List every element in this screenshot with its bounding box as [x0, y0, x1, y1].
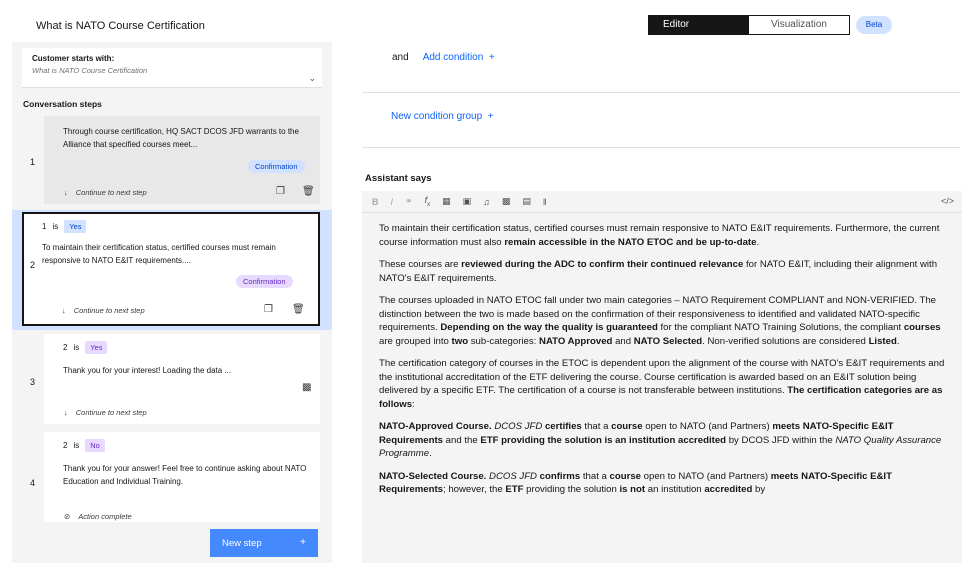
step-card-selected[interactable]: 2 1 is Yes To maintain their certificati…: [22, 212, 320, 326]
italic-icon[interactable]: I: [391, 197, 394, 207]
new-step-button[interactable]: New step +: [210, 529, 318, 557]
step-message: Through course certification, HQ SACT DC…: [63, 127, 299, 149]
next-step-action[interactable]: ↓ Continue to next step: [64, 188, 147, 197]
condition-operator: is: [73, 343, 80, 352]
customer-starts-label: Customer starts with:: [32, 54, 115, 63]
step-3[interactable]: 2 is Yes Thank you for your interest! Lo…: [12, 334, 332, 426]
action-title[interactable]: What is NATO Course Certification: [36, 20, 205, 32]
plus-icon: +: [488, 52, 495, 63]
next-step-label: Continue to next step: [73, 306, 145, 315]
plus-icon: +: [300, 537, 306, 548]
divider: [362, 147, 960, 148]
step-message: Thank you for your interest! Loading the…: [63, 366, 232, 375]
step-card[interactable]: 2 is Yes Thank you for your interest! Lo…: [44, 334, 320, 424]
next-step-action[interactable]: ↓ Continue to next step: [62, 306, 145, 315]
response-paragraph: NATO-Selected Course. DCOS JFD confirms …: [379, 470, 892, 496]
step-1[interactable]: Through course certification, HQ SACT DC…: [12, 116, 332, 206]
trash-icon[interactable]: 🗑: [302, 186, 315, 197]
step-4[interactable]: 2 is No Thank you for your answer! Feel …: [12, 432, 332, 522]
step-number: 2: [30, 260, 36, 270]
step-message: Thank you for your answer! Feel free to …: [63, 464, 307, 486]
response-paragraph: The courses uploaded in NATO ETOC fall u…: [379, 295, 941, 347]
response-paragraph: NATO-Approved Course. DCOS JFD certifies…: [379, 421, 942, 459]
step-condition: 2 is No: [63, 439, 105, 452]
step-2-selected[interactable]: 2 1 is Yes To maintain their certificati…: [12, 210, 332, 330]
customer-starts-with[interactable]: Customer starts with: What is NATO Cours…: [22, 48, 322, 88]
pause-icon[interactable]: ‖: [543, 197, 547, 207]
and-label: and: [392, 52, 409, 63]
bold-icon[interactable]: B: [372, 197, 379, 207]
new-condition-group-label: New condition group: [391, 111, 483, 122]
response-paragraph: These courses are reviewed during the AD…: [379, 259, 938, 284]
code-view-icon[interactable]: </>: [941, 196, 954, 206]
step-card[interactable]: 2 is No Thank you for your answer! Feel …: [44, 432, 320, 522]
next-step-label: Action complete: [78, 512, 132, 521]
customer-starts-value: What is NATO Course Certification: [32, 66, 148, 75]
condition-row: and Add condition +: [392, 52, 495, 63]
step-card[interactable]: Through course certification, HQ SACT DC…: [44, 116, 320, 204]
condition-value-tag: Yes: [64, 220, 87, 233]
iframe-icon[interactable]: ▤: [522, 196, 531, 207]
next-step-label: Continue to next step: [75, 408, 147, 417]
steps-heading: Conversation steps: [23, 99, 102, 109]
editor-toolbar: B I ⚭ fx ▦ ▣ ♫ ▩ ▤ ‖ </>: [362, 191, 962, 213]
check-circle-icon: ⊘: [64, 512, 71, 521]
assistant-response-editor[interactable]: B I ⚭ fx ▦ ▣ ♫ ▩ ▤ ‖ </> To maintain the…: [362, 191, 962, 563]
next-step-label: Continue to next step: [75, 188, 147, 197]
trash-icon[interactable]: 🗑: [292, 304, 305, 315]
arrow-down-icon: ↓: [64, 188, 68, 197]
step-condition: 2 is Yes: [63, 341, 108, 354]
step-number: 1: [30, 157, 36, 167]
response-paragraph: The certification category of courses in…: [379, 358, 945, 410]
function-icon[interactable]: fx: [425, 195, 431, 208]
audio-icon[interactable]: ♫: [483, 197, 490, 207]
image-icon[interactable]: ▣: [463, 196, 472, 207]
view-switcher: Editor Visualization: [648, 15, 850, 35]
next-step-action[interactable]: ⊘ Action complete: [64, 512, 132, 521]
beta-badge: Beta: [856, 16, 892, 34]
response-type-tag: Confirmation: [236, 275, 293, 288]
step-number: 4: [30, 478, 36, 488]
condition-operator: is: [73, 441, 80, 450]
condition-ref: 2: [63, 343, 68, 352]
new-condition-group-link[interactable]: New condition group +: [391, 111, 494, 122]
condition-operator: is: [52, 222, 59, 231]
tab-editor[interactable]: Editor: [649, 16, 749, 34]
chevron-down-icon[interactable]: ⌄: [308, 73, 316, 84]
video-icon: ▩: [302, 382, 312, 393]
new-step-label: New step: [222, 537, 262, 549]
step-number: 3: [30, 377, 36, 387]
arrow-down-icon: ↓: [62, 306, 66, 315]
add-condition-label: Add condition: [422, 52, 484, 63]
add-condition-link[interactable]: Add condition +: [423, 52, 495, 63]
assistant-says-label: Assistant says: [365, 173, 432, 184]
response-text[interactable]: To maintain their certification status, …: [379, 222, 949, 506]
step-message: To maintain their certification status, …: [42, 243, 276, 265]
tab-visualization[interactable]: Visualization: [749, 16, 849, 34]
step-condition: 1 is Yes: [42, 220, 87, 233]
condition-ref: 2: [63, 441, 68, 450]
duplicate-icon[interactable]: ❐: [276, 186, 285, 197]
response-type-tag: Confirmation: [248, 160, 305, 173]
response-paragraph: To maintain their certification status, …: [379, 223, 940, 248]
link-icon[interactable]: ⚭: [405, 196, 413, 207]
condition-value-tag: Yes: [85, 341, 108, 354]
divider: [362, 92, 960, 93]
condition-ref: 1: [42, 222, 47, 231]
top-bar: What is NATO Course Certification Editor…: [0, 0, 970, 40]
duplicate-icon[interactable]: ❐: [264, 304, 273, 315]
conversation-sidebar: Customer starts with: What is NATO Cours…: [12, 42, 332, 563]
condition-value-tag: No: [85, 439, 105, 452]
arrow-down-icon: ↓: [64, 408, 68, 417]
next-step-action[interactable]: ↓ Continue to next step: [64, 408, 147, 417]
plus-icon: +: [487, 111, 494, 122]
video-icon[interactable]: ▩: [502, 196, 511, 207]
option-icon[interactable]: ▦: [442, 196, 451, 207]
